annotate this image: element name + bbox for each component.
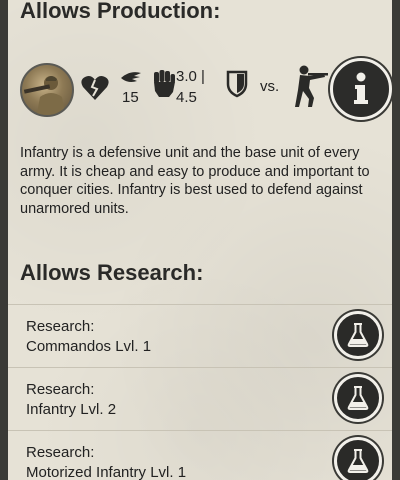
allows-research-heading: Allows Research: [20, 260, 204, 285]
research-button[interactable] [334, 437, 382, 480]
research-item-name: Infantry Lvl. 2 [26, 401, 117, 418]
unit-detail-panel: Allows Production: 15 3.0 | 4.5 vs. Infa… [8, 0, 392, 480]
research-item[interactable]: Research: Commandos Lvl. 1 [8, 304, 392, 367]
rifleman-icon [290, 64, 330, 112]
attack-value-hard: 4.5 [176, 89, 197, 106]
research-item-label: Research: [26, 318, 95, 335]
research-button[interactable] [334, 311, 382, 359]
attack-value-soft: 3.0 | [176, 68, 205, 85]
info-icon [354, 72, 368, 104]
research-item-label: Research: [26, 381, 95, 398]
research-item[interactable]: Research: Infantry Lvl. 2 [8, 367, 392, 430]
wing-speed-icon [120, 70, 142, 88]
research-item[interactable]: Research: Motorized Infantry Lvl. 1 [8, 430, 392, 480]
broken-heart-icon [80, 74, 110, 106]
fist-attack-icon [151, 68, 177, 102]
speed-value: 15 [122, 89, 139, 106]
allows-production-heading: Allows Production: [20, 0, 221, 23]
flask-icon [347, 449, 369, 473]
research-button[interactable] [334, 374, 382, 422]
flask-icon [347, 386, 369, 410]
unit-stats-row: 15 3.0 | 4.5 vs. [8, 58, 392, 122]
vs-label: vs. [260, 78, 280, 95]
research-item-label: Research: [26, 444, 95, 461]
research-item-name: Motorized Infantry Lvl. 1 [26, 464, 187, 480]
infantry-portrait-icon[interactable] [20, 63, 74, 117]
unit-description: Infantry is a defensive unit and the bas… [20, 145, 370, 217]
research-item-name: Commandos Lvl. 1 [26, 338, 152, 355]
flask-icon [347, 323, 369, 347]
shield-icon [226, 70, 248, 102]
unit-info-button[interactable] [330, 58, 392, 120]
